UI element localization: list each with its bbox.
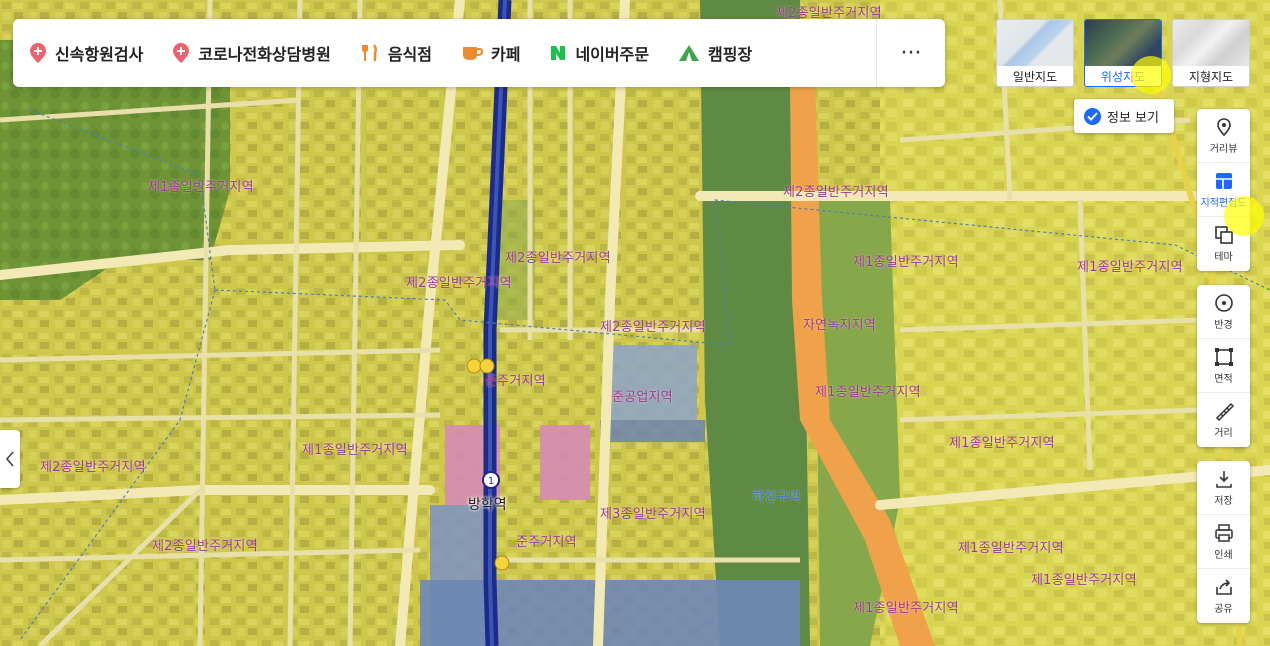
zone-label: 제2종일반주거지역 <box>505 251 611 266</box>
zone-label: 제1종일반주거지역 <box>958 541 1064 556</box>
zone-label: 제2종일반주거지역 <box>152 539 258 554</box>
more-categories-button[interactable]: ··· <box>876 19 945 87</box>
ruler-icon <box>1215 402 1234 421</box>
zone-label: 제1종일반주거지역 <box>853 601 959 616</box>
map-type-terrain[interactable]: 지형지도 <box>1172 19 1250 87</box>
map-type-label: 지형지도 <box>1188 70 1234 84</box>
category-bar: 신속항원검사 코로나전화상담병원 음식점 카페 네이버주문 캠핑장 ··· <box>13 19 945 87</box>
category-label: 코로나전화상담병원 <box>198 45 331 64</box>
side-panel-toggle[interactable] <box>0 430 20 488</box>
category-label: 네이버주문 <box>575 45 650 64</box>
share-button[interactable]: 공유 <box>1197 569 1250 623</box>
zone-label: 제1종일반주거지역 <box>815 385 921 400</box>
zone-label: 하천구역 <box>752 490 801 505</box>
download-icon <box>1215 470 1232 488</box>
info-view-label: 정보 보기 <box>1107 110 1159 126</box>
zone-label: 제2종일반주거지역 <box>600 320 706 335</box>
area-icon <box>1214 347 1233 366</box>
category-label: 음식점 <box>387 45 432 64</box>
tool-label: 테마 <box>1214 252 1233 263</box>
tool-label: 면적 <box>1214 373 1233 385</box>
zone-label: 준공업지역 <box>612 390 673 405</box>
category-camping[interactable]: 캠핑장 <box>678 19 765 87</box>
map-type-label: 일반지도 <box>1012 70 1058 84</box>
radius-button[interactable]: 반경 <box>1197 285 1250 339</box>
share-icon <box>1215 579 1232 595</box>
map-type-normal[interactable]: 일반지도 <box>996 19 1074 87</box>
info-view-toggle[interactable]: 정보 보기 <box>1074 99 1174 133</box>
radius-icon <box>1214 293 1233 312</box>
zone-label: 준주거지역 <box>516 535 577 550</box>
zone-label: 제2종일반주거지역 <box>783 185 889 200</box>
tool-group-export: 저장 인쇄 공유 <box>1197 461 1250 623</box>
area-button[interactable]: 면적 <box>1197 339 1250 393</box>
streetview-button[interactable]: 거리뷰 <box>1197 109 1250 163</box>
normal-map-thumbnail <box>997 20 1073 66</box>
zone-label: 제2종일반주거지역 <box>40 460 146 475</box>
station-label[interactable]: 방학역 <box>468 494 507 514</box>
category-covid-phone-hospital[interactable]: 코로나전화상담병원 <box>172 19 343 87</box>
zone-label: 제1종일반주거지역 <box>1077 260 1183 275</box>
category-naver-order[interactable]: 네이버주문 <box>549 19 662 87</box>
pin-icon <box>173 43 190 63</box>
tool-label: 저장 <box>1214 495 1233 507</box>
tool-label: 거리뷰 <box>1209 143 1238 155</box>
category-restaurant[interactable]: 음식점 <box>360 19 445 87</box>
terrain-map-thumbnail <box>1173 20 1249 66</box>
cup-icon <box>462 47 483 60</box>
zone-label: 제1종일반주거지역 <box>302 443 408 458</box>
save-button[interactable]: 저장 <box>1197 461 1250 515</box>
tent-icon <box>679 45 700 61</box>
zone-label: 제2종일반주거지역 <box>406 276 512 291</box>
zone-label: 준주거지역 <box>485 374 546 389</box>
tool-group-measure: 반경 면적 거리 <box>1197 285 1250 447</box>
fork-knife-icon <box>361 44 377 61</box>
zone-label: 제1종일반주거지역 <box>1031 573 1137 588</box>
category-label: 카페 <box>490 45 521 64</box>
chevron-left-icon <box>5 451 14 467</box>
cursor-highlight <box>1224 196 1264 236</box>
check-icon <box>1084 107 1101 125</box>
print-icon <box>1214 523 1233 542</box>
zone-label: 제1종일반주거지역 <box>853 255 959 270</box>
zone-label: 제1종일반주거지역 <box>148 180 254 195</box>
category-rapid-antigen-test[interactable]: 신속항원검사 <box>29 19 156 87</box>
print-button[interactable]: 인쇄 <box>1197 515 1250 569</box>
tool-label: 반경 <box>1214 319 1233 331</box>
category-label: 캠핑장 <box>708 45 753 64</box>
naver-n-icon <box>551 46 566 60</box>
tool-label: 거리 <box>1214 428 1233 439</box>
streetview-pin-icon <box>1216 117 1231 136</box>
zone-label: 자연녹지지역 <box>803 318 876 333</box>
cursor-highlight <box>1131 56 1171 94</box>
category-label: 신속항원검사 <box>55 45 144 64</box>
category-cafe[interactable]: 카페 <box>461 19 533 87</box>
tool-label: 공유 <box>1214 604 1233 615</box>
distance-button[interactable]: 거리 <box>1197 393 1250 447</box>
tool-label: 인쇄 <box>1214 549 1233 561</box>
zone-label: 제1종일반주거지역 <box>949 436 1055 451</box>
tool-group-view: 거리뷰 지적편집도 테마 <box>1197 109 1250 271</box>
pin-icon <box>30 43 46 63</box>
cadastral-grid-icon <box>1215 172 1232 189</box>
zone-label: 제3종일반주거지역 <box>600 507 706 522</box>
svg-text:1: 1 <box>488 476 494 487</box>
